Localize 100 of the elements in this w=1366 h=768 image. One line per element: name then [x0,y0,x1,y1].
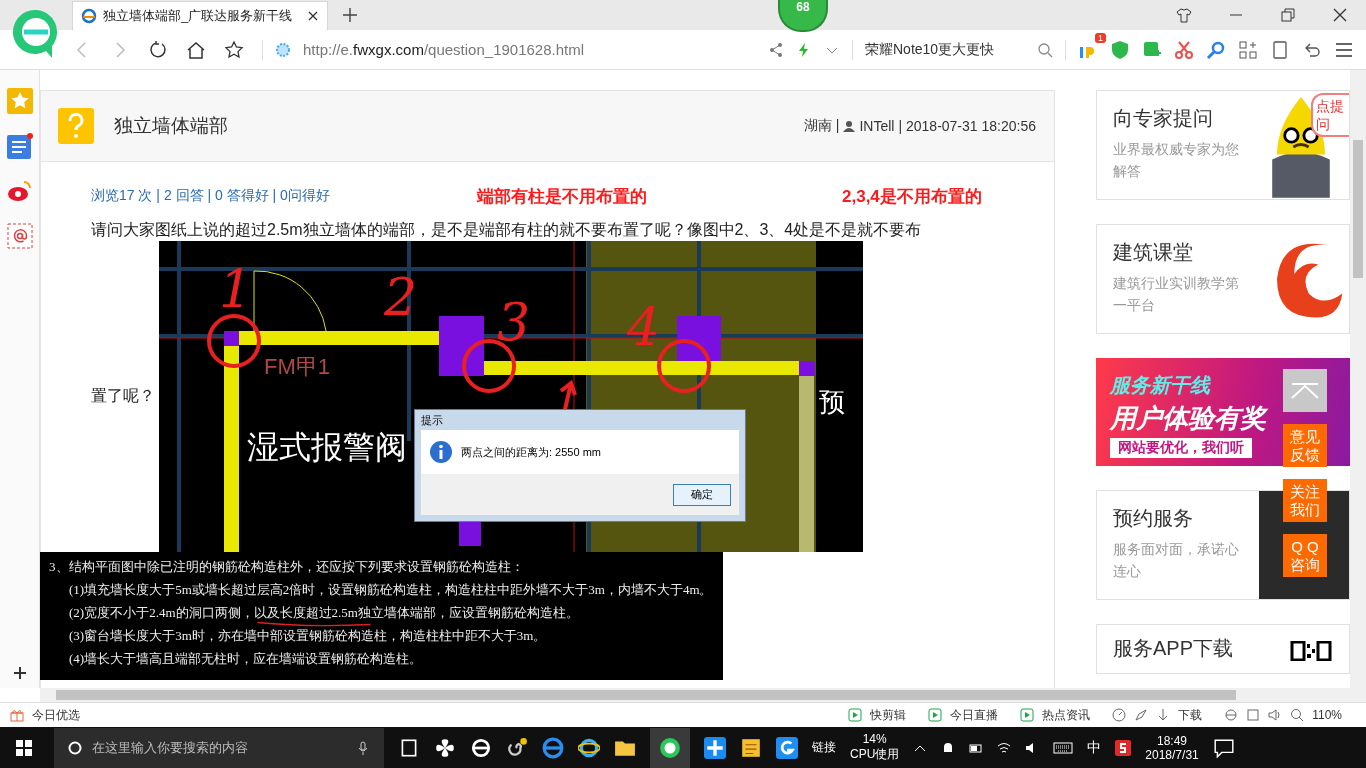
cpu-label: CPU使用 [850,746,900,763]
speed-icon[interactable] [1112,708,1127,722]
scissors-icon[interactable] [1174,39,1194,60]
ie-icon[interactable] [578,736,600,759]
clock-date[interactable]: 2018/7/31 [1145,747,1199,762]
ok-button[interactable]: 确定 [673,483,731,506]
question-text: 请问大家图纸上说的超过2.5m独立墙体的端部，是不是端部有柱的就不要布置了呢？像图中2、3、4处是不是就不要布 [91,220,923,240]
clock-time[interactable]: 18:49 [1157,733,1188,748]
refresh-icon[interactable] [148,39,168,60]
dialog-message: 两点之间的距离为: 2550 mm [461,444,601,460]
status-link[interactable]: 热点资讯 [1042,706,1091,724]
handwritten-number: 3 [497,296,531,348]
magnifier-icon[interactable] [1206,39,1226,60]
zoom-icon [1290,708,1305,722]
notification-badge: 1 [1095,32,1106,43]
promo-card[interactable]: 服务APP下载 [1096,624,1350,674]
play-icon [1020,708,1035,722]
restore-icon[interactable] [1280,7,1296,23]
add-icon[interactable] [12,666,27,680]
speech-bubble[interactable]: 点提问 [1311,93,1349,137]
user-icon [843,120,856,132]
chevron-up-icon [1290,382,1320,399]
close-icon[interactable] [307,10,319,22]
promo-card[interactable]: 向专家提问 业界最权威专家为您解答 点提问 [1096,90,1350,200]
edge-icon[interactable] [542,736,564,759]
answer-note: 端部有柱是不用布置的 [477,185,648,208]
share-icon[interactable] [768,41,784,58]
apps-icon[interactable] [1238,39,1258,60]
windows-start-icon[interactable] [16,739,32,756]
browser-e-icon[interactable] [470,736,492,759]
home-icon[interactable] [186,39,206,60]
search-icon[interactable] [1037,41,1053,58]
taskbar-search-box[interactable]: 在这里输入你要搜索的内容 [54,727,384,768]
handwritten-number: 4 [627,301,661,353]
location-text: 湖南 | [803,117,840,135]
card-title: 服务APP下载 [1113,636,1235,661]
tab-title: 独立墙体端部_广联达服务新干线 [103,7,294,25]
spiral-icon[interactable] [506,736,528,759]
card-subtitle: 业界最权威专家为您解答 [1113,140,1240,181]
zoom-level[interactable]: 110% [1312,708,1342,722]
spec-text: (1)填充墙长度大于5m或墙长超过层高2倍时，设置钢筋砼构造柱，构造柱柱中距外墙不大于3m，内墙不大于4m。 [68,581,713,598]
taskbar-search-field[interactable]: 在这里输入你要搜索的内容 [90,739,348,756]
microphone-icon[interactable] [356,740,370,755]
status-link[interactable]: 今日优选 [32,706,80,724]
card-subtitle: 服务面对面，承诺心连心 [1113,540,1240,581]
wifi-icon[interactable] [997,740,1012,755]
star-icon[interactable] [224,39,244,60]
weibo-icon[interactable] [6,178,33,204]
status-link[interactable]: 今日直播 [950,706,999,724]
skin-icon[interactable] [1176,7,1192,23]
question-stats: 浏览17 次 | 2 回答 | 0 答得好 | 0问得好 [91,187,331,205]
status-link[interactable]: 快剪辑 [870,706,907,724]
new-tab-icon[interactable] [342,7,358,23]
keyboard-icon[interactable] [1053,740,1074,755]
horizontal-scrollbar[interactable] [40,688,1366,702]
search-field[interactable]: 荣耀Note10更大更快 [865,40,1025,59]
handwritten-number: 1 [219,263,253,315]
play-icon [928,708,943,722]
cortana-icon [68,740,82,755]
gift-icon [10,708,24,722]
site-logo-icon [81,8,97,24]
card-subtitle: 建筑行业实训教学第一平台 [1113,274,1240,315]
browser-logo-icon[interactable] [650,727,690,768]
answer-note: 2,3,4是不用布置的 [842,185,982,208]
mail-icon[interactable] [6,223,33,249]
banner-headline: 用户体验有奖 [1110,402,1266,435]
close-icon[interactable] [1332,7,1348,23]
spec-text: (4)墙长大于墙高且端部无柱时，应在墙端设置钢筋砼构造柱。 [68,650,423,667]
shield-icon[interactable] [1110,39,1130,60]
promo-card[interactable]: 建筑课堂 建筑行业实训教学第一平台 [1096,224,1350,334]
card-title: 向专家提问 [1113,106,1214,131]
banner-title: 服务新干线 [1110,373,1210,398]
spec-text: (2)宽度不小于2.4m的洞口两侧，以及长度超过2.5m独立墙体端部，应设置钢筋砼构造柱。 [68,604,579,621]
s-app-icon[interactable] [1115,739,1132,756]
post-time: | 2018-07-31 18:20:56 [898,118,1036,134]
cross-app-icon[interactable] [704,736,726,759]
question-title: 独立墙体端部 [114,114,228,138]
input-method[interactable]: 中 [1087,738,1102,757]
room-label: FM甲1 [264,356,330,378]
cpu-percent: 14% [862,732,887,746]
author-link[interactable]: INTell [859,118,895,134]
gear-icon [275,41,291,58]
browser-tab[interactable]: 独立墙体端部_广联达服务新干线 [72,1,328,30]
handwritten-number: 2 [384,271,418,323]
links-toolbar[interactable]: 链接 [812,739,836,756]
room-label: 湿式报警阀 [247,431,407,463]
fan-icon[interactable] [434,736,456,759]
address-bar[interactable]: http://e.fwxgx.com/question_1901628.html [303,41,585,58]
g-app-icon[interactable] [776,736,798,759]
vertical-scrollbar[interactable] [1350,70,1366,688]
room-label: 预 [819,389,845,415]
spec-text: (3)窗台墙长度大于3m时，亦在墙中部设置钢筋砼构造柱，构造柱柱中距不大于3m。 [68,627,547,644]
card-title: 预约服务 [1113,506,1194,531]
notepad-icon[interactable] [740,736,762,759]
download-link[interactable]: 下载 [1178,706,1203,724]
news-icon[interactable] [6,133,33,159]
card-title: 建筑课堂 [1113,240,1194,265]
play-icon [848,708,863,722]
tablet-icon[interactable] [1270,39,1290,60]
question-text: 置了呢？ [91,386,155,406]
